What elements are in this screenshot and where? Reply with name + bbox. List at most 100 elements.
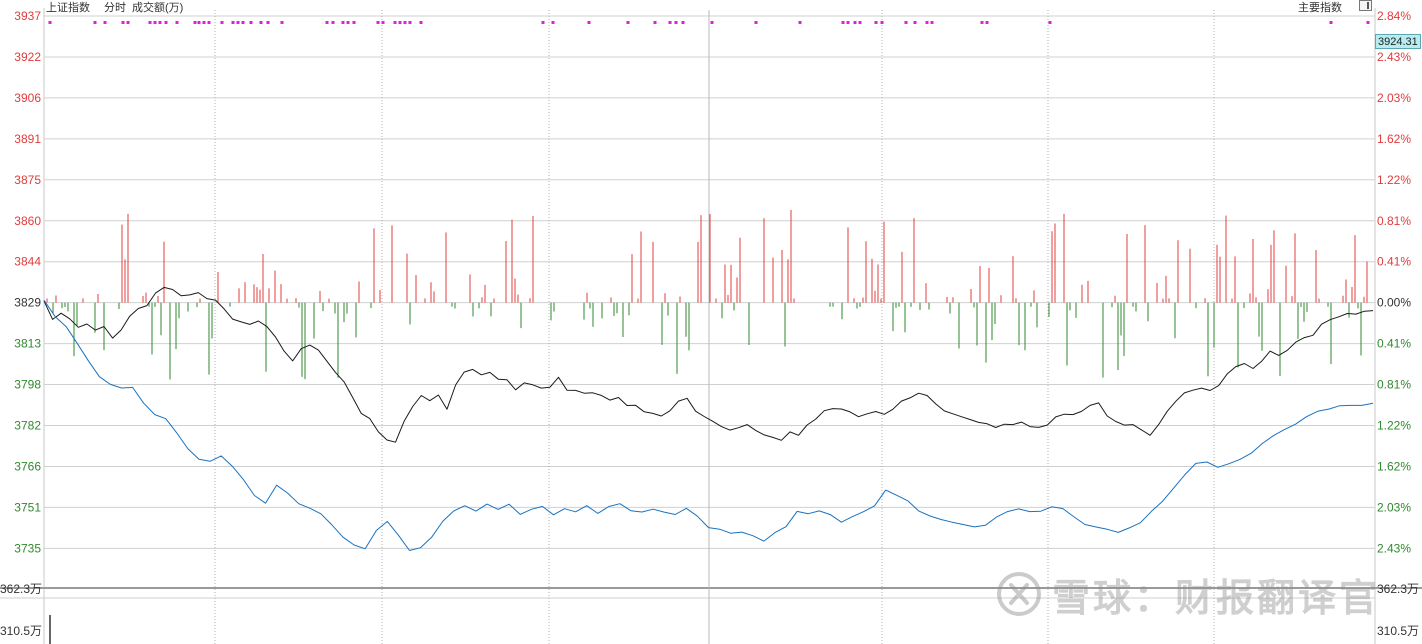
trade-marker: [381, 21, 385, 24]
trade-marker: [231, 21, 235, 24]
period-label: 分时: [104, 2, 126, 14]
y-right-tick-label: 1.22%: [1377, 173, 1411, 187]
volume-label-right-top: 362.3万: [1377, 582, 1419, 596]
trade-marker: [419, 21, 423, 24]
watermark: 雪球：财报翻译官: [996, 566, 1380, 622]
y-right-tick-label: 2.43%: [1377, 50, 1411, 64]
trade-marker: [207, 21, 211, 24]
trade-marker: [398, 21, 402, 24]
trade-marker: [925, 21, 929, 24]
trade-marker: [164, 21, 168, 24]
main-index-button[interactable]: 主要指数: [1298, 0, 1342, 15]
y-left-tick-label: 3798: [14, 378, 41, 392]
trade-marker: [841, 21, 845, 24]
volume-unit-label: 成交额(万): [132, 2, 184, 14]
trade-marker: [48, 21, 52, 24]
trade-marker: [798, 21, 802, 24]
y-right-tick-label: 1.62%: [1377, 132, 1411, 146]
y-right-tick-label: 2.43%: [1377, 541, 1411, 555]
y-right-tick-label: 1.22%: [1377, 419, 1411, 433]
volume-label-right-bottom: 310.5万: [1377, 624, 1419, 638]
trade-marker: [403, 21, 407, 24]
trade-marker: [249, 21, 253, 24]
y-left-tick-label: 3891: [14, 132, 41, 146]
y-right-tick-label: 0.81%: [1377, 214, 1411, 228]
y-right-tick-label: 1.62%: [1377, 459, 1411, 473]
trade-marker: [126, 21, 130, 24]
snowball-logo-icon: [997, 572, 1041, 616]
trade-marker: [904, 21, 908, 24]
trade-marker: [93, 21, 97, 24]
trade-marker: [1329, 21, 1333, 24]
trade-marker: [1048, 21, 1052, 24]
y-left-tick-label: 3906: [14, 91, 41, 105]
y-left-tick-label: 3860: [14, 214, 41, 228]
y-left-tick-label: 3922: [14, 50, 41, 64]
y-left-tick-label: 3782: [14, 419, 41, 433]
trade-marker: [393, 21, 397, 24]
trade-marker: [551, 21, 555, 24]
y-right-tick-label: 0.41%: [1377, 337, 1411, 351]
y-right-tick-label: 0.00%: [1377, 296, 1411, 310]
trade-marker: [220, 21, 224, 24]
trade-marker: [710, 21, 714, 24]
trade-marker: [202, 21, 206, 24]
trade-marker: [980, 21, 984, 24]
trade-marker: [103, 21, 107, 24]
y-left-tick-label: 3766: [14, 459, 41, 473]
y-left-tick-label: 3937: [14, 9, 41, 23]
trade-marker: [846, 21, 850, 24]
trade-marker: [280, 21, 284, 24]
y-right-tick-label: 0.41%: [1377, 255, 1411, 269]
current-price-box: 3924.31: [1375, 34, 1421, 49]
trade-marker: [1366, 21, 1370, 24]
trade-marker: [325, 21, 329, 24]
y-right-tick-label: 0.81%: [1377, 378, 1411, 392]
trade-marker: [674, 21, 678, 24]
trade-marker: [874, 21, 878, 24]
trade-marker: [148, 21, 152, 24]
trade-marker: [259, 21, 263, 24]
trade-marker: [121, 21, 125, 24]
trade-marker: [930, 21, 934, 24]
y-right-tick-label: 2.03%: [1377, 91, 1411, 105]
trade-marker: [668, 21, 672, 24]
index-name-label: 上证指数: [46, 2, 90, 14]
trade-marker: [653, 21, 657, 24]
trade-marker: [681, 21, 685, 24]
panel-toggle-icon[interactable]: [1359, 0, 1372, 11]
y-left-tick-label: 3735: [14, 541, 41, 555]
trade-marker: [626, 21, 630, 24]
trade-marker: [880, 21, 884, 24]
y-left-tick-label: 3813: [14, 337, 41, 351]
trade-marker: [408, 21, 412, 24]
trade-marker: [266, 21, 270, 24]
y-left-tick-label: 3751: [14, 500, 41, 514]
intraday-chart[interactable]: 3937 3922 3906 3891 3875 3860 3844 3829 3813 3798…: [0, 0, 1422, 644]
volume-label-left-top: 362.3万: [0, 582, 42, 596]
trade-marker: [236, 21, 240, 24]
trade-marker: [193, 21, 197, 24]
volume-label-left-bottom: 310.5万: [0, 624, 42, 638]
trade-marker: [197, 21, 201, 24]
trade-marker: [175, 21, 179, 24]
y-left-tick-label: 3844: [14, 255, 41, 269]
trade-marker: [858, 21, 862, 24]
y-right-tick-label: 2.03%: [1377, 500, 1411, 514]
trade-marker: [541, 21, 545, 24]
trade-marker: [985, 21, 989, 24]
trade-marker: [853, 21, 857, 24]
trade-marker: [158, 21, 162, 24]
trade-marker: [153, 21, 157, 24]
y-right-tick-label: 2.84%: [1377, 9, 1411, 23]
trade-marker: [376, 21, 380, 24]
trade-marker: [754, 21, 758, 24]
trade-marker: [241, 21, 245, 24]
y-left-tick-label: 3829: [14, 296, 41, 310]
trade-marker: [587, 21, 591, 24]
watermark-text: 雪球：财报翻译官: [1052, 575, 1381, 620]
trade-marker: [913, 21, 917, 24]
trade-marker: [331, 21, 335, 24]
y-left-tick-label: 3875: [14, 173, 41, 187]
trade-marker: [346, 21, 350, 24]
